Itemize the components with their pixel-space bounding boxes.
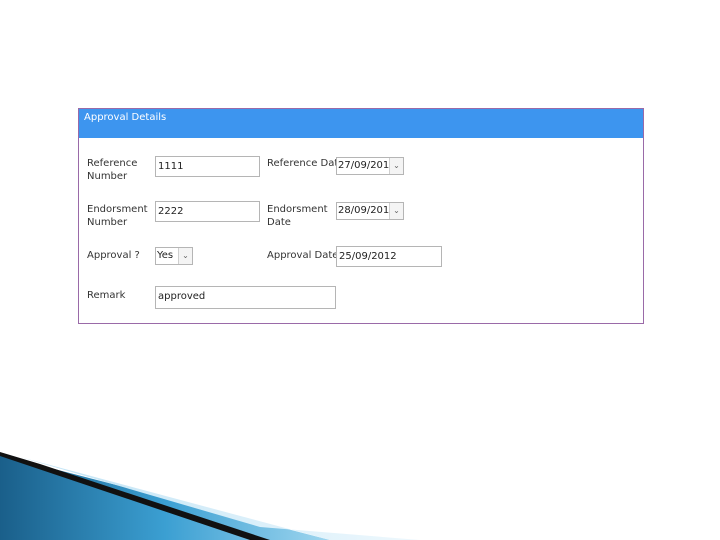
slide-corner-decoration xyxy=(0,452,420,540)
